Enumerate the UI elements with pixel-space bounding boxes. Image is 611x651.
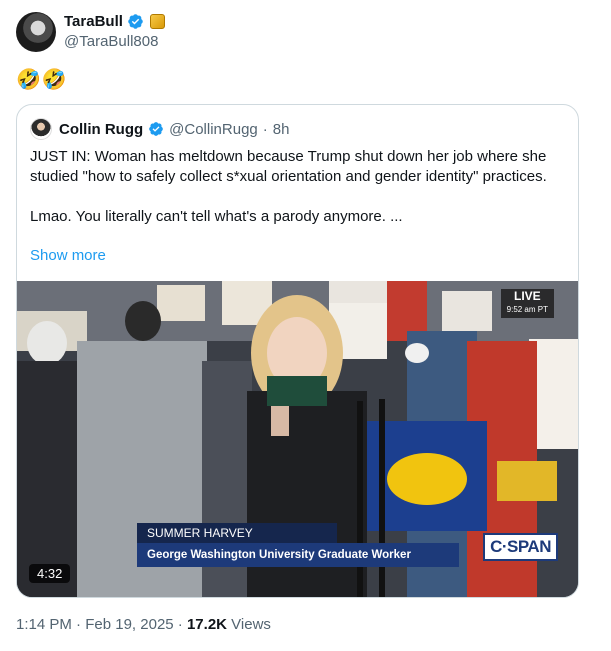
live-time: 9:52 am PT — [506, 305, 548, 314]
tweet-text: 🤣🤣 — [16, 69, 68, 91]
author-handle[interactable]: @TaraBull808 — [64, 33, 165, 50]
quote-age[interactable]: 8h — [273, 121, 290, 138]
quote-header: Collin Rugg @CollinRugg · 8h — [30, 118, 289, 140]
live-indicator: LIVE 9:52 am PT — [500, 289, 554, 318]
quote-paragraph: Lmao. You literally can't tell what's a … — [30, 208, 403, 225]
quote-handle[interactable]: @CollinRugg — [169, 121, 258, 138]
tweet-time[interactable]: 1:14 PM — [16, 616, 72, 633]
avatar[interactable] — [16, 12, 56, 52]
gold-badge-icon — [149, 14, 165, 29]
quote-paragraph: JUST IN: Woman has meltdown because Trum… — [30, 148, 547, 185]
quoted-tweet[interactable]: Collin Rugg @CollinRugg · 8h JUST IN: Wo… — [16, 104, 579, 598]
verified-badge-icon — [149, 122, 163, 136]
separator-dot: · — [262, 120, 268, 138]
views-count[interactable]: 17.2K — [187, 616, 227, 633]
show-more-link[interactable]: Show more — [30, 247, 106, 264]
quote-text: JUST IN: Woman has meltdown because Trum… — [30, 147, 565, 247]
author-display-name[interactable]: TaraBull — [64, 13, 123, 30]
video-duration: 4:32 — [29, 564, 71, 583]
quote-author-name[interactable]: Collin Rugg — [59, 121, 143, 138]
network-logo: C·SPAN — [483, 533, 558, 561]
separator-dot: · — [76, 616, 82, 633]
name-row: TaraBull — [64, 13, 165, 30]
lower-third: SUMMER HARVEY George Washington Universi… — [137, 523, 459, 569]
tweet-header: TaraBull @TaraBull808 — [16, 12, 596, 54]
author-block: TaraBull @TaraBull808 — [64, 13, 165, 50]
separator-dot: · — [177, 616, 183, 633]
tweet-date[interactable]: Feb 19, 2025 — [85, 616, 173, 633]
lower-third-name: SUMMER HARVEY — [137, 523, 337, 543]
verified-badge-icon — [128, 14, 143, 29]
views-label: Views — [231, 616, 271, 633]
live-label: LIVE — [513, 289, 541, 303]
video-player[interactable]: LIVE 9:52 am PT SUMMER HARVEY George Was… — [17, 281, 578, 597]
tweet-meta: 1:14 PM · Feb 19, 2025 · 17.2K Views — [16, 616, 271, 633]
lower-third-title: George Washington University Graduate Wo… — [137, 543, 459, 567]
quote-avatar[interactable] — [30, 118, 52, 140]
